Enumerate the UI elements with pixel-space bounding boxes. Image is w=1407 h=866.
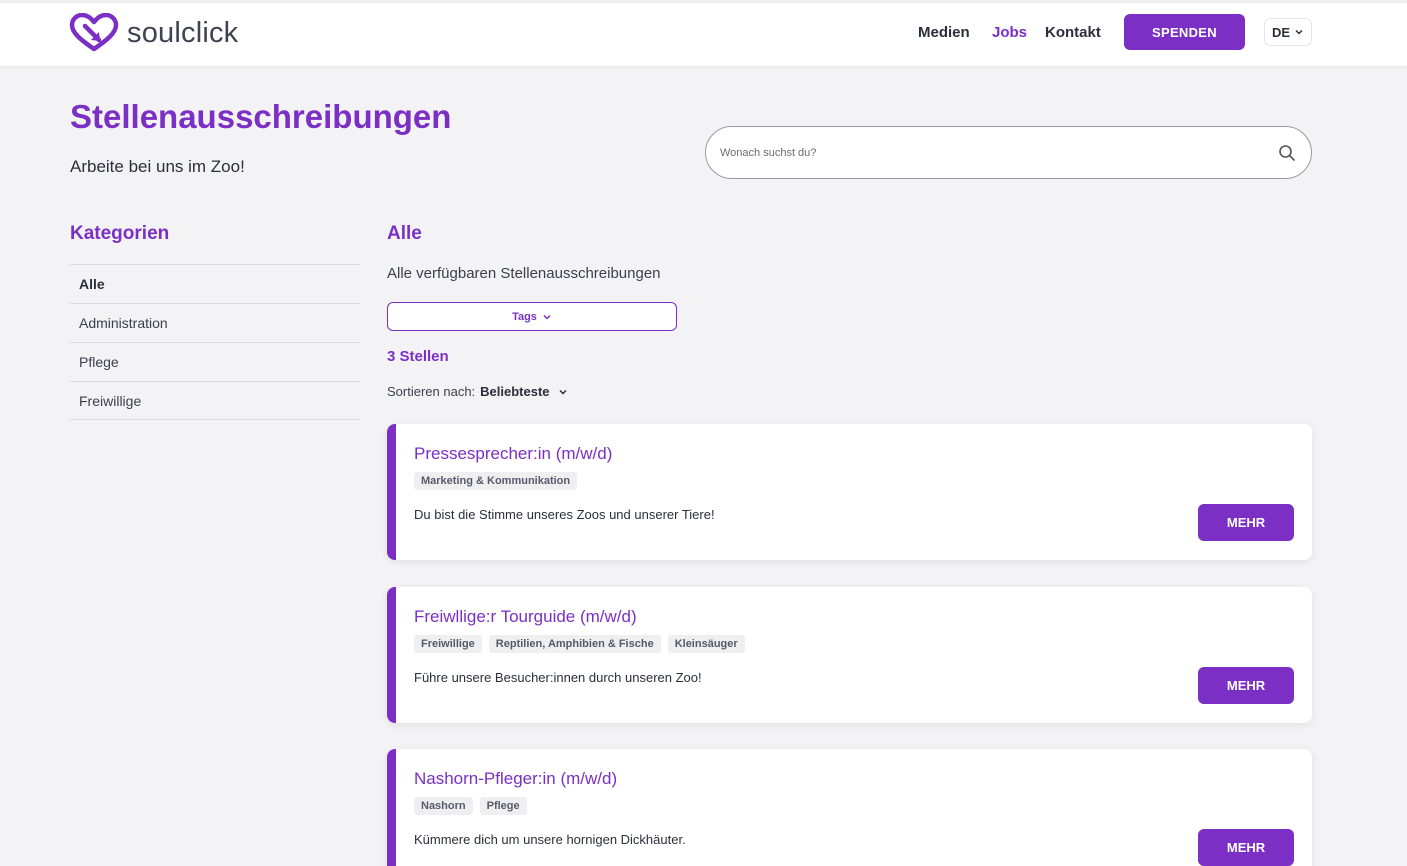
job-tags: Nashorn Pflege (414, 797, 527, 815)
job-tag: Reptilien, Amphibien & Fische (488, 635, 661, 653)
sort-control: Sortieren nach: Beliebteste (387, 384, 568, 399)
sort-label: Sortieren nach: (387, 384, 476, 399)
job-tag: Marketing & Kommunikation (414, 472, 578, 490)
heart-logo-icon (69, 13, 119, 52)
category-item-administration[interactable]: Administration (70, 303, 360, 342)
donate-button[interactable]: SPENDEN (1124, 14, 1245, 50)
sort-dropdown[interactable]: Beliebteste (480, 384, 549, 399)
search-input[interactable] (720, 127, 1260, 178)
card-accent-bar (387, 749, 396, 866)
brand-name: soulclick (127, 16, 239, 49)
job-card: Nashorn-Pfleger:in (m/w/d) Nashorn Pfleg… (387, 749, 1312, 866)
job-tags: Freiwillige Reptilien, Amphibien & Fisch… (414, 635, 745, 653)
language-selector[interactable]: DE (1264, 18, 1312, 46)
category-item-pflege[interactable]: Pflege (70, 342, 360, 381)
job-tag: Nashorn (414, 797, 473, 815)
job-card: Pressesprecher:in (m/w/d) Marketing & Ko… (387, 424, 1312, 560)
search-box (705, 126, 1312, 179)
job-tags: Marketing & Kommunikation (414, 472, 578, 490)
card-accent-bar (387, 587, 396, 723)
category-item-alle[interactable]: Alle (70, 264, 360, 303)
chevron-down-icon (1295, 29, 1303, 35)
page-subtitle: Arbeite bei uns im Zoo! (70, 157, 245, 176)
nav-jobs[interactable]: Jobs (992, 24, 1027, 41)
job-description: Führe unsere Besucher:innen durch unsere… (414, 670, 702, 685)
job-tag: Freiwillige (414, 635, 482, 653)
language-label: DE (1271, 24, 1291, 40)
job-title[interactable]: Freiwllige:r Tourguide (m/w/d) (414, 607, 637, 627)
nav-medien[interactable]: Medien (918, 24, 970, 41)
site-header: soulclick Medien Jobs Kontakt SPENDEN DE (0, 3, 1407, 66)
section-title: Alle (387, 223, 422, 244)
job-tag: Pflege (479, 797, 527, 815)
category-list: Alle Administration Pflege Freiwillige (70, 264, 360, 420)
job-tag: Kleinsäuger (667, 635, 745, 653)
nav-kontakt[interactable]: Kontakt (1045, 24, 1101, 41)
more-button[interactable]: MEHR (1198, 667, 1294, 704)
logo[interactable]: soulclick (69, 13, 238, 53)
job-title[interactable]: Pressesprecher:in (m/w/d) (414, 444, 612, 464)
card-accent-bar (387, 424, 396, 560)
chevron-down-icon (543, 314, 551, 320)
categories-title: Kategorien (70, 223, 170, 244)
more-button[interactable]: MEHR (1198, 504, 1294, 541)
job-title[interactable]: Nashorn-Pfleger:in (m/w/d) (414, 769, 617, 789)
more-button[interactable]: MEHR (1198, 829, 1294, 866)
job-card: Freiwllige:r Tourguide (m/w/d) Freiwilli… (387, 587, 1312, 723)
chevron-down-icon[interactable] (558, 387, 568, 397)
section-description: Alle verfügbaren Stellenausschreibungen (387, 265, 661, 282)
tags-label: Tags (512, 310, 537, 323)
tags-filter-button[interactable]: Tags (387, 302, 677, 331)
job-description: Du bist die Stimme unseres Zoos und unse… (414, 507, 715, 522)
category-item-freiwillige[interactable]: Freiwillige (70, 381, 360, 420)
job-description: Kümmere dich um unsere hornigen Dickhäut… (414, 832, 686, 847)
results-count: 3 Stellen (387, 348, 449, 365)
search-icon[interactable] (1278, 144, 1296, 162)
page-title: Stellenausschreibungen (70, 98, 452, 135)
